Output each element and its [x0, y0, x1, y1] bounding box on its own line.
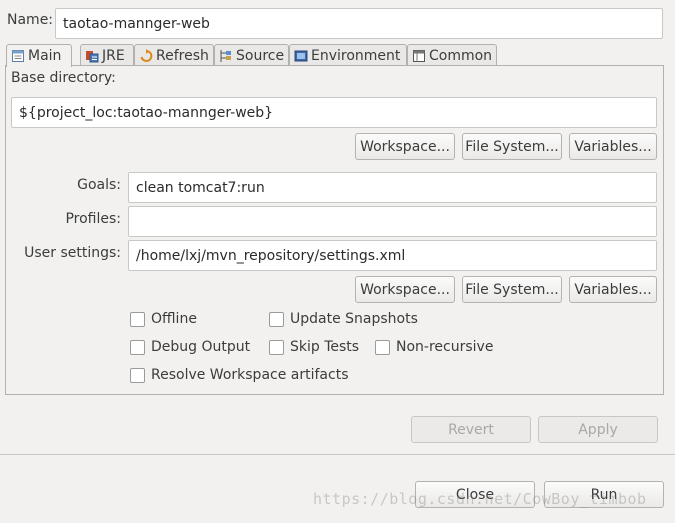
settings-variables-button[interactable]: Variables...	[569, 276, 657, 303]
tab-label: Source	[236, 47, 285, 64]
profiles-label: Profiles:	[65, 211, 121, 227]
base-dir-workspace-button[interactable]: Workspace...	[355, 133, 455, 160]
button-label: Run	[590, 486, 618, 503]
skip-tests-checkbox-row[interactable]: Skip Tests	[269, 339, 359, 355]
settings-file-system-button[interactable]: File System...	[462, 276, 562, 303]
apply-button[interactable]: Apply	[538, 416, 658, 443]
button-label: Variables...	[574, 281, 652, 298]
user-settings-input[interactable]: /home/lxj/mvn_repository/settings.xml	[128, 240, 657, 271]
settings-workspace-button[interactable]: Workspace...	[355, 276, 455, 303]
update-snapshots-checkbox[interactable]	[269, 311, 284, 327]
close-button[interactable]: Close	[415, 481, 535, 508]
resolve-workspace-checkbox[interactable]	[130, 367, 145, 383]
user-settings-label: User settings:	[24, 245, 121, 261]
revert-button[interactable]: Revert	[411, 416, 531, 443]
button-label: File System...	[465, 138, 559, 155]
button-label: Workspace...	[360, 138, 450, 155]
checkbox-label: Debug Output	[151, 339, 251, 355]
tab-main[interactable]: Main	[6, 44, 72, 67]
non-recursive-checkbox[interactable]	[375, 339, 390, 355]
non-recursive-checkbox-row[interactable]: Non-recursive	[375, 339, 493, 355]
checkbox-label: Offline	[151, 311, 197, 327]
tab-common[interactable]: Common	[407, 44, 497, 66]
run-button[interactable]: Run	[544, 481, 664, 508]
offline-checkbox[interactable]	[130, 311, 145, 327]
button-label: Close	[455, 486, 495, 503]
tab-label: Main	[28, 48, 62, 64]
goals-label: Goals:	[77, 177, 121, 193]
debug-output-checkbox-row[interactable]: Debug Output	[130, 339, 250, 355]
checkbox-label: Update Snapshots	[290, 311, 418, 327]
checkbox-label: Non-recursive	[396, 339, 494, 355]
common-icon	[412, 49, 426, 63]
button-label: Variables...	[574, 138, 652, 155]
dialog-separator	[0, 454, 675, 455]
environment-icon	[294, 49, 308, 63]
name-label: Name:	[7, 12, 54, 28]
skip-tests-checkbox[interactable]	[269, 339, 284, 355]
button-label: Apply	[578, 421, 618, 438]
button-label: File System...	[465, 281, 559, 298]
update-snapshots-checkbox-row[interactable]: Update Snapshots	[269, 311, 418, 327]
base-directory-input[interactable]: ${project_loc:taotao-mannger-web}	[11, 97, 657, 128]
tab-jre[interactable]: JRE	[80, 44, 134, 66]
checkbox-label: Skip Tests	[290, 339, 360, 355]
resolve-workspace-checkbox-row[interactable]: Resolve Workspace artifacts	[130, 367, 348, 383]
debug-output-checkbox[interactable]	[130, 339, 145, 355]
button-label: Workspace...	[360, 281, 450, 298]
checkbox-label: Resolve Workspace artifacts	[151, 367, 349, 383]
refresh-icon	[139, 48, 153, 63]
base-dir-variables-button[interactable]: Variables...	[569, 133, 657, 160]
source-icon	[219, 49, 233, 63]
tab-label: JRE	[102, 47, 125, 64]
button-label: Revert	[448, 421, 494, 438]
tab-label: Common	[429, 47, 493, 64]
tab-refresh[interactable]: Refresh	[134, 44, 214, 66]
profiles-input[interactable]	[128, 206, 657, 237]
tab-label: Environment	[311, 47, 401, 64]
goals-input[interactable]: clean tomcat7:run	[128, 172, 657, 203]
offline-checkbox-row[interactable]: Offline	[130, 311, 197, 327]
jre-icon	[85, 49, 99, 63]
tab-source[interactable]: Source	[214, 44, 289, 66]
main-tab-icon	[11, 49, 25, 63]
base-directory-label: Base directory:	[11, 70, 116, 86]
name-input[interactable]: taotao-mannger-web	[55, 8, 663, 39]
base-dir-file-system-button[interactable]: File System...	[462, 133, 562, 160]
tab-environment[interactable]: Environment	[289, 44, 407, 66]
tab-label: Refresh	[156, 47, 209, 64]
